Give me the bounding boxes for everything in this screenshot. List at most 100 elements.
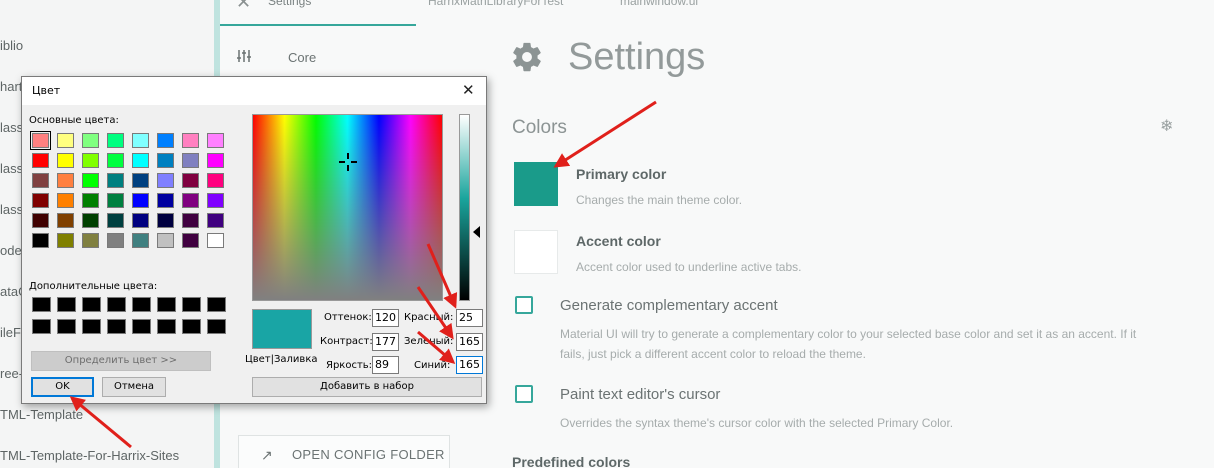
- add-to-custom-button[interactable]: Добавить в набор: [252, 377, 482, 397]
- basic-color-swatch[interactable]: [157, 173, 174, 188]
- basic-color-swatch[interactable]: [157, 213, 174, 228]
- basic-color-swatch[interactable]: [182, 193, 199, 208]
- basic-color-swatch[interactable]: [82, 233, 99, 248]
- basic-color-swatch[interactable]: [57, 213, 74, 228]
- project-item[interactable]: lass: [0, 202, 23, 217]
- basic-color-swatch[interactable]: [132, 153, 149, 168]
- basic-color-swatch[interactable]: [32, 213, 49, 228]
- open-config-folder-button[interactable]: ↗ OPEN CONFIG FOLDER: [238, 435, 450, 468]
- custom-color-swatch[interactable]: [32, 319, 51, 334]
- accent-color-swatch[interactable]: [514, 230, 558, 274]
- custom-color-swatch[interactable]: [57, 297, 76, 312]
- tab-mainwindow[interactable]: mainwindow.ui: [620, 0, 698, 8]
- basic-color-swatch[interactable]: [207, 193, 224, 208]
- basic-color-swatch[interactable]: [132, 193, 149, 208]
- basic-color-swatch[interactable]: [207, 153, 224, 168]
- basic-color-swatch[interactable]: [207, 213, 224, 228]
- generate-accent-checkbox[interactable]: [515, 296, 533, 314]
- generate-accent-label: Generate complementary accent: [560, 297, 778, 314]
- basic-color-swatch[interactable]: [32, 153, 49, 168]
- basic-color-swatch[interactable]: [132, 213, 149, 228]
- custom-color-swatch[interactable]: [132, 319, 151, 334]
- generate-accent-desc-2: fails, just pick a different accent colo…: [560, 347, 866, 361]
- basic-color-swatch[interactable]: [107, 193, 124, 208]
- custom-color-swatch[interactable]: [182, 297, 201, 312]
- hue-input[interactable]: 120: [372, 309, 399, 327]
- red-input[interactable]: 25: [456, 309, 483, 327]
- project-item[interactable]: hart: [0, 79, 22, 94]
- basic-color-swatch[interactable]: [57, 173, 74, 188]
- basic-color-swatch[interactable]: [182, 133, 199, 148]
- custom-color-swatch[interactable]: [82, 297, 101, 312]
- luminance-input[interactable]: 89: [372, 356, 399, 374]
- basic-color-swatch[interactable]: [207, 233, 224, 248]
- custom-color-swatch[interactable]: [107, 297, 126, 312]
- basic-color-swatch[interactable]: [57, 233, 74, 248]
- saturation-input[interactable]: 177: [372, 333, 399, 351]
- generate-accent-desc-1: Material UI will try to generate a compl…: [560, 327, 1137, 341]
- basic-color-swatch[interactable]: [132, 133, 149, 148]
- basic-color-swatch[interactable]: [57, 153, 74, 168]
- close-icon[interactable]: ✕: [462, 81, 475, 99]
- basic-color-swatch[interactable]: [182, 153, 199, 168]
- project-item[interactable]: lass: [0, 120, 23, 135]
- basic-color-swatch[interactable]: [107, 173, 124, 188]
- basic-color-swatch[interactable]: [30, 131, 51, 150]
- basic-color-swatch[interactable]: [57, 133, 74, 148]
- project-item[interactable]: TML-Template: [0, 407, 83, 422]
- paint-cursor-checkbox[interactable]: [515, 385, 533, 403]
- reset-icon[interactable]: ❄: [1160, 116, 1173, 136]
- basic-color-swatch[interactable]: [132, 173, 149, 188]
- basic-color-swatch[interactable]: [57, 193, 74, 208]
- dialog-titlebar[interactable]: Цвет ✕: [22, 77, 486, 105]
- custom-color-swatch[interactable]: [57, 319, 76, 334]
- luminance-bar[interactable]: [459, 114, 470, 301]
- basic-color-swatch[interactable]: [182, 233, 199, 248]
- project-item[interactable]: TML-Template-For-Harrix-Sites: [0, 448, 179, 463]
- tab-harrix-math[interactable]: HarrixMathLibraryForTest: [428, 0, 563, 8]
- basic-color-swatch[interactable]: [82, 173, 99, 188]
- custom-color-swatch[interactable]: [107, 319, 126, 334]
- custom-color-swatch[interactable]: [32, 297, 51, 312]
- color-preview-label: Цвет|Заливка: [245, 354, 318, 365]
- custom-color-swatch[interactable]: [207, 319, 226, 334]
- custom-color-swatch[interactable]: [82, 319, 101, 334]
- basic-color-swatch[interactable]: [157, 233, 174, 248]
- project-item[interactable]: lass: [0, 161, 23, 176]
- project-item[interactable]: iblio: [0, 38, 23, 53]
- custom-color-swatch[interactable]: [157, 297, 176, 312]
- basic-color-swatch[interactable]: [132, 233, 149, 248]
- basic-color-swatch[interactable]: [107, 153, 124, 168]
- basic-color-swatch[interactable]: [82, 133, 99, 148]
- basic-color-swatch[interactable]: [107, 133, 124, 148]
- cancel-button[interactable]: Отмена: [102, 377, 166, 397]
- primary-color-swatch[interactable]: [514, 162, 558, 206]
- basic-color-swatch[interactable]: [182, 213, 199, 228]
- basic-color-swatch[interactable]: [82, 213, 99, 228]
- basic-color-swatch[interactable]: [157, 153, 174, 168]
- basic-color-swatch[interactable]: [107, 233, 124, 248]
- custom-color-swatch[interactable]: [182, 319, 201, 334]
- basic-color-swatch[interactable]: [32, 193, 49, 208]
- custom-color-swatch[interactable]: [157, 319, 176, 334]
- custom-color-swatch[interactable]: [207, 297, 226, 312]
- accent-color-desc: Accent color used to underline active ta…: [576, 260, 802, 274]
- custom-color-swatch[interactable]: [132, 297, 151, 312]
- basic-color-swatch[interactable]: [107, 213, 124, 228]
- basic-color-swatch[interactable]: [157, 193, 174, 208]
- blue-input[interactable]: 165: [456, 356, 483, 374]
- basic-color-swatch[interactable]: [182, 173, 199, 188]
- basic-color-swatch[interactable]: [82, 153, 99, 168]
- basic-color-swatch[interactable]: [32, 233, 49, 248]
- tab-settings[interactable]: ✕ Settings: [220, 0, 416, 26]
- basic-color-swatch[interactable]: [207, 133, 224, 148]
- color-spectrum[interactable]: [252, 114, 443, 301]
- basic-color-swatch[interactable]: [157, 133, 174, 148]
- basic-color-swatch[interactable]: [32, 173, 49, 188]
- ok-button[interactable]: OK: [31, 377, 94, 397]
- basic-color-swatch[interactable]: [82, 193, 99, 208]
- project-item[interactable]: ode: [0, 243, 22, 258]
- luminance-arrow-icon[interactable]: [473, 226, 480, 238]
- green-input[interactable]: 165: [456, 333, 483, 351]
- basic-color-swatch[interactable]: [207, 173, 224, 188]
